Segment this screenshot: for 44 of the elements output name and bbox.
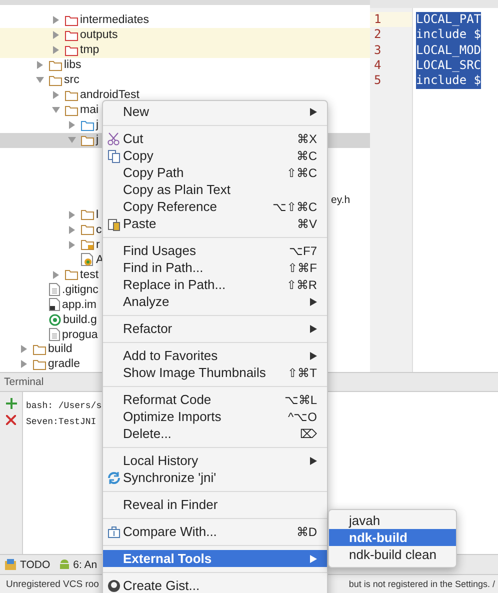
tree-label: c bbox=[96, 224, 102, 236]
tree-label: outputs bbox=[80, 29, 118, 42]
tree-label: r bbox=[96, 238, 100, 251]
line-number: 2 bbox=[373, 27, 382, 43]
tree-label: j bbox=[96, 119, 99, 132]
shortcut-text: ^⌥O bbox=[288, 410, 317, 424]
tree-label: progua bbox=[62, 328, 98, 341]
tool-window-label: 6: An bbox=[73, 558, 98, 570]
shortcut-text: ⌥⌘L bbox=[284, 392, 317, 406]
shortcut-text: ⇧⌘C bbox=[286, 166, 317, 180]
status-text: but is not registered in the Settings. / bbox=[348, 579, 495, 589]
shortcut-text: ⌘D bbox=[296, 524, 317, 538]
tree-label: libs bbox=[64, 59, 82, 72]
shortcut-text: ⌥⇧⌘C bbox=[272, 200, 317, 214]
tree-label: build bbox=[48, 343, 72, 356]
terminal-line: bash: /Users/s bbox=[26, 400, 102, 413]
tree-label: build.g bbox=[63, 314, 97, 326]
shortcut-text: ⇧⌘F bbox=[288, 260, 317, 274]
tree-label: test bbox=[80, 268, 99, 281]
tree-label: src bbox=[64, 74, 80, 86]
tree-label: .gitignc bbox=[62, 284, 98, 296]
terminal-title: Terminal bbox=[4, 376, 44, 388]
shortcut-text: ⌘C bbox=[296, 148, 317, 162]
tree-label: l bbox=[96, 208, 99, 221]
shortcut-text: ⌘X bbox=[296, 132, 317, 146]
terminal-line: Seven:TestJNI bbox=[26, 416, 98, 429]
line-number: 4 bbox=[373, 58, 382, 74]
tree-label: app.im bbox=[62, 298, 97, 311]
shortcut-text: ⌘V bbox=[296, 216, 317, 230]
tree-label: tmp bbox=[80, 44, 100, 56]
tree-label: androidTest bbox=[80, 89, 140, 102]
tree-label: gradle bbox=[48, 358, 80, 370]
line-number: 3 bbox=[373, 42, 382, 58]
tool-window-label: TODO bbox=[20, 558, 50, 570]
shortcut-text: ⌥F7 bbox=[288, 244, 317, 258]
shortcut-text: ⇧⌘R bbox=[286, 278, 317, 292]
line-number: 1 bbox=[370, 12, 412, 28]
shortcut-text: ⌦ bbox=[300, 426, 317, 440]
tree-label: mai bbox=[80, 104, 99, 116]
shortcut-text: ⇧⌘T bbox=[288, 366, 317, 380]
tree-label: intermediates bbox=[80, 14, 150, 26]
tree-label: j bbox=[96, 134, 99, 146]
status-text: Unregistered VCS roo bbox=[6, 578, 99, 590]
line-number: 5 bbox=[373, 73, 382, 89]
